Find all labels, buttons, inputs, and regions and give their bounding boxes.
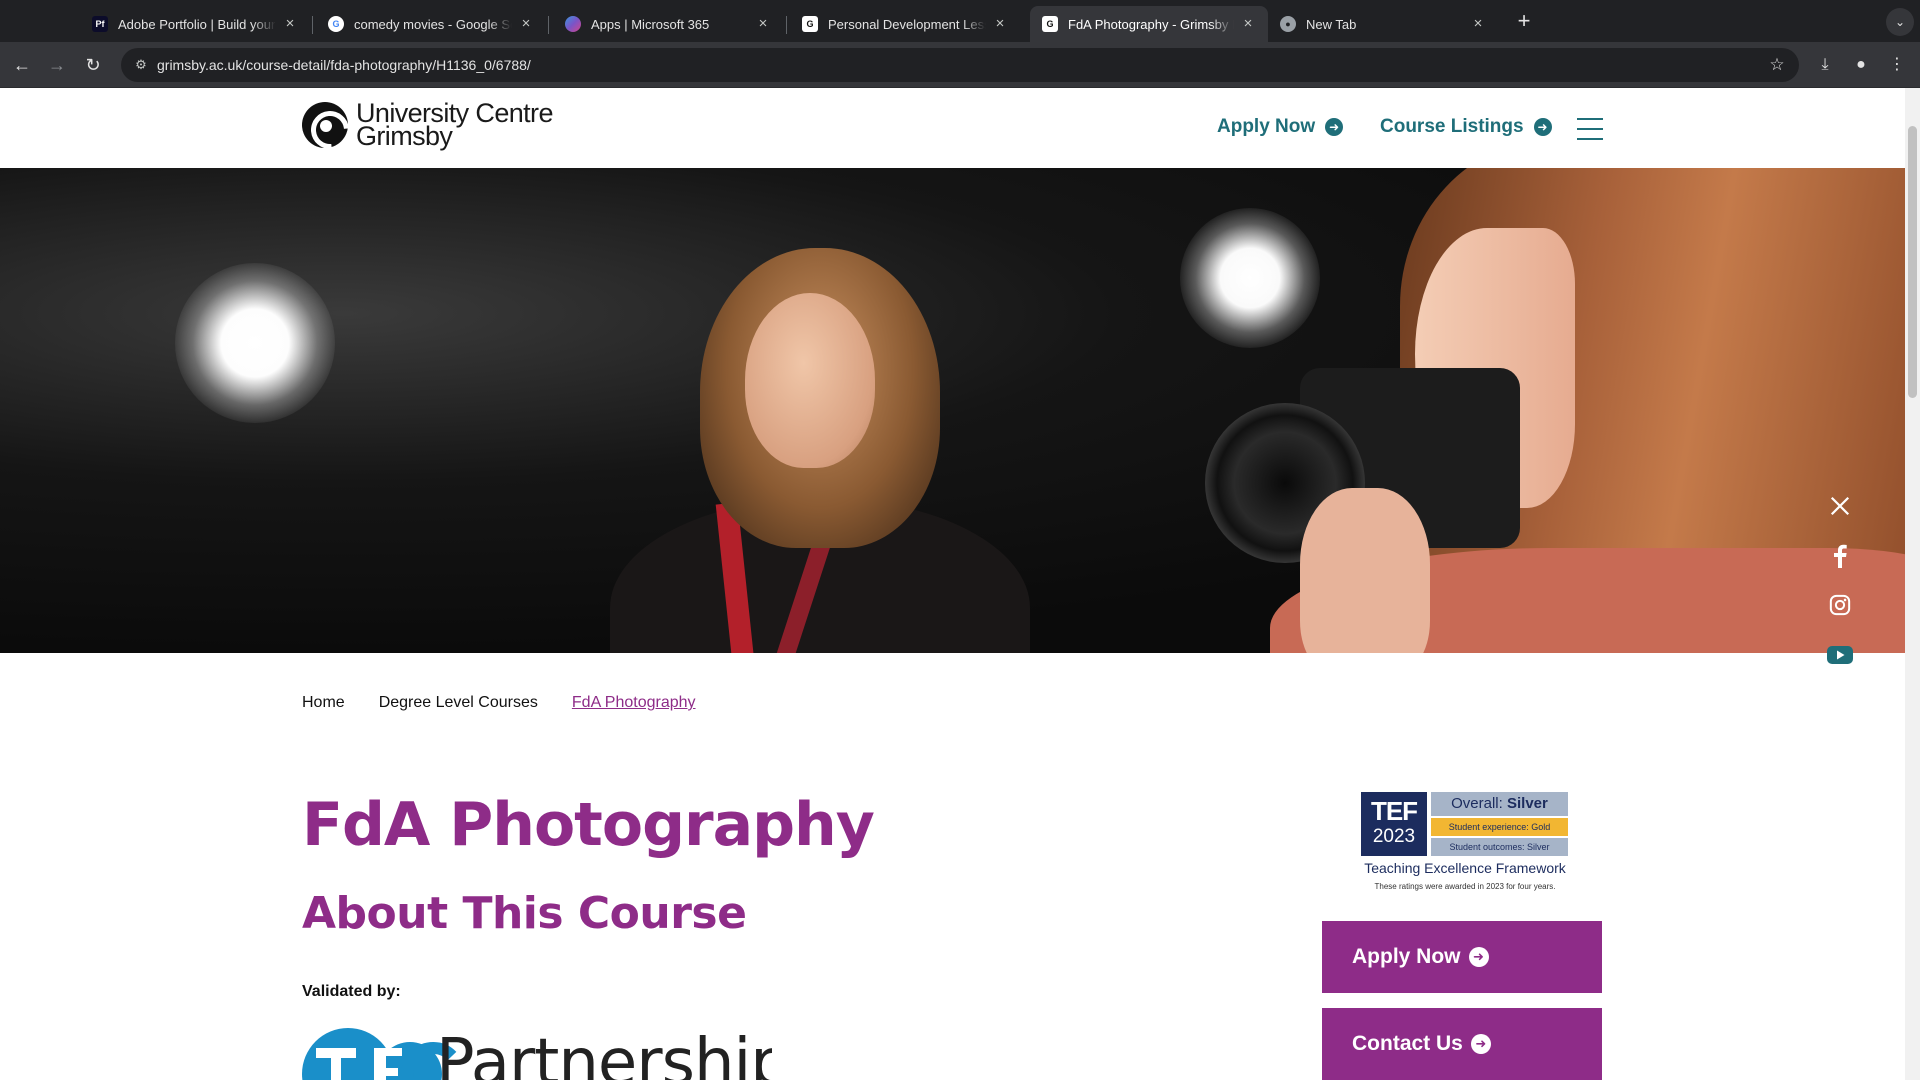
reload-icon[interactable]: ↻: [78, 50, 108, 80]
tab-separator: [786, 16, 787, 34]
tef-overall-value: Silver: [1506, 795, 1548, 812]
close-tab-icon[interactable]: ×: [755, 16, 771, 32]
tef-overall-label: Overall:: [1451, 795, 1503, 812]
header-apply-now-link[interactable]: Apply Now ➜: [1217, 116, 1344, 138]
studio-light-left: [175, 263, 335, 423]
grimsby-icon: G: [802, 16, 818, 32]
tec-partnership-logo: Partnership: [302, 1016, 772, 1080]
close-tab-icon[interactable]: ×: [992, 16, 1008, 32]
close-tab-icon[interactable]: ×: [1470, 16, 1486, 32]
tef-2023-badge: TEF 2023: [1361, 792, 1427, 856]
breadcrumb-home[interactable]: Home: [302, 694, 345, 712]
page-scrollbar[interactable]: [1905, 88, 1920, 1080]
tab-title: comedy movies - Google Sea: [354, 16, 512, 32]
address-bar[interactable]: ⚙ grimsby.ac.uk/course-detail/fda-photog…: [121, 48, 1799, 82]
logo-line-2: Grimsby: [356, 121, 453, 151]
validated-by-label: Validated by:: [302, 983, 401, 1000]
tab-title: Apps | Microsoft 365: [591, 16, 710, 32]
tab-strip: Pf Adobe Portfolio | Build your o × G co…: [0, 0, 1920, 42]
logo-text: University Centre Grimsby: [356, 100, 553, 151]
tef-badge-line-1: TEF: [1370, 796, 1418, 826]
photographer-hand: [1300, 488, 1430, 653]
header-apply-now-label: Apply Now: [1217, 116, 1316, 137]
tef-note: These ratings were awarded in 2023 for f…: [1374, 882, 1556, 891]
site-header: University Centre Grimsby Apply Now ➜ Co…: [0, 88, 1905, 168]
tef-student-experience: Student experience: Gold: [1431, 818, 1568, 836]
tab-title: Personal Development Lesso: [828, 16, 986, 32]
tec-partnership-word: Partnership: [436, 1026, 772, 1080]
breadcrumb-current-page[interactable]: FdA Photography: [572, 694, 696, 712]
url-text[interactable]: grimsby.ac.uk/course-detail/fda-photogra…: [157, 48, 531, 82]
tab-google-search[interactable]: G comedy movies - Google Sea ×: [316, 6, 546, 42]
arrow-right-circle-icon: ➜: [1470, 1034, 1491, 1054]
facebook-icon[interactable]: [1825, 541, 1855, 571]
adobe-portfolio-icon: Pf: [92, 16, 108, 32]
arrow-right-circle-icon: ➜: [1325, 118, 1344, 136]
sidebar-apply-now-label: Apply Now: [1352, 945, 1461, 968]
tab-fda-photography[interactable]: G FdA Photography - Grimsby I ×: [1030, 6, 1268, 42]
x-icon[interactable]: [1825, 491, 1855, 521]
download-icon[interactable]: ⤓: [1810, 50, 1840, 80]
tab-new-tab[interactable]: ● New Tab ×: [1268, 6, 1498, 42]
breadcrumb: Home Degree Level Courses FdA Photograph…: [302, 694, 730, 712]
sidebar-apply-now-button[interactable]: Apply Now ➜: [1322, 921, 1602, 993]
hamburger-menu-icon[interactable]: [1577, 118, 1603, 140]
header-course-listings-link[interactable]: Course Listings ➜: [1380, 116, 1552, 138]
tab-separator: [548, 16, 549, 34]
microsoft-365-icon: [565, 16, 581, 32]
close-tab-icon[interactable]: ×: [282, 16, 298, 32]
page-title: FdA Photography: [302, 790, 875, 860]
instagram-icon[interactable]: [1825, 590, 1855, 620]
university-logo-icon: [302, 102, 348, 148]
tef-student-outcomes: Student outcomes: Silver: [1431, 838, 1568, 856]
close-tab-icon[interactable]: ×: [1240, 16, 1256, 32]
more-menu-icon[interactable]: ⋮: [1882, 50, 1912, 80]
new-tab-button[interactable]: +: [1512, 10, 1536, 34]
forward-arrow-icon[interactable]: →: [42, 50, 72, 80]
profile-icon[interactable]: ●: [1846, 50, 1876, 80]
tab-adobe-portfolio[interactable]: Pf Adobe Portfolio | Build your o ×: [80, 6, 310, 42]
university-logo[interactable]: University Centre Grimsby: [302, 100, 553, 151]
grimsby-icon: G: [1042, 16, 1058, 32]
header-course-listings-label: Course Listings: [1380, 116, 1524, 137]
bookmark-star-icon[interactable]: ☆: [1765, 53, 1789, 77]
studio-light-right: [1180, 208, 1320, 348]
tab-title: Adobe Portfolio | Build your o: [118, 16, 276, 32]
back-arrow-icon[interactable]: ←: [7, 50, 37, 80]
tab-title: New Tab: [1306, 16, 1357, 32]
tab-title: FdA Photography - Grimsby I: [1068, 16, 1234, 32]
tab-separator: [312, 16, 313, 34]
arrow-right-circle-icon: ➜: [1533, 118, 1552, 136]
browser-toolbar: ← → ↻ ⚙ grimsby.ac.uk/course-detail/fda-…: [0, 42, 1920, 88]
tab-search-chevron-icon[interactable]: ⌄: [1886, 8, 1914, 36]
google-icon: G: [328, 16, 344, 32]
youtube-icon[interactable]: [1825, 640, 1855, 670]
sidebar-contact-us-button[interactable]: Contact Us ➜: [1322, 1008, 1602, 1080]
site-info-icon[interactable]: ⚙: [129, 53, 153, 77]
sidebar-contact-us-label: Contact Us: [1352, 1032, 1463, 1055]
close-tab-icon[interactable]: ×: [518, 16, 534, 32]
tef-badge-line-2: 2023: [1372, 826, 1416, 847]
arrow-right-circle-icon: ➜: [1468, 947, 1489, 967]
chrome-icon: ●: [1280, 16, 1296, 32]
tab-microsoft-365[interactable]: Apps | Microsoft 365 ×: [553, 6, 783, 42]
hero-image: [0, 168, 1905, 653]
breadcrumb-degree-level-courses[interactable]: Degree Level Courses: [379, 694, 538, 712]
section-title-about: About This Course: [302, 888, 747, 939]
web-page: University Centre Grimsby Apply Now ➜ Co…: [0, 88, 1905, 1080]
tef-framework-name: Teaching Excellence Framework: [1364, 860, 1566, 876]
student-face: [745, 293, 875, 468]
tef-overall-rating: Overall: Silver: [1431, 792, 1568, 816]
tef-award-badge: TEF 2023 Overall: Silver Student experie…: [1355, 792, 1575, 902]
scrollbar-thumb[interactable]: [1908, 126, 1917, 398]
tab-personal-development[interactable]: G Personal Development Lesso ×: [790, 6, 1020, 42]
